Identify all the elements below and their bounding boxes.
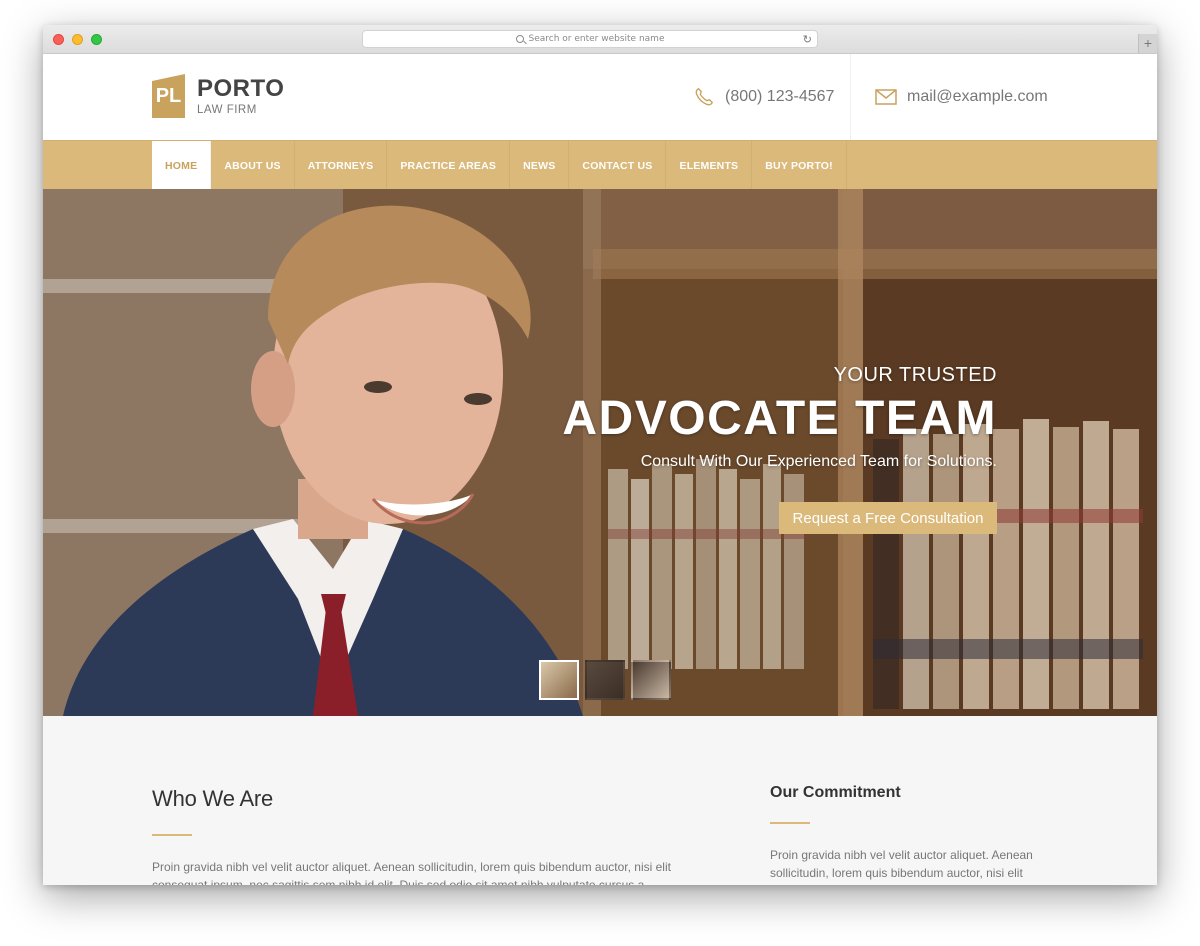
hero-pretitle: YOUR TRUSTED <box>833 364 997 386</box>
email-address: mail@example.com <box>907 88 1048 105</box>
header-email[interactable]: mail@example.com <box>850 54 1048 140</box>
logo-subtitle: LAW FIRM <box>197 104 257 116</box>
phone-number: (800) 123-4567 <box>725 88 835 105</box>
hero-slider: YOUR TRUSTED ADVOCATE TEAM Consult With … <box>43 189 1157 716</box>
who-we-are-text: Proin gravida nibh vel velit auctor aliq… <box>152 860 671 885</box>
nav-item-contact-us[interactable]: CONTACT US <box>569 141 667 190</box>
logo[interactable]: PL PORTO LAW FIRM <box>152 74 284 118</box>
new-tab-button[interactable]: + <box>1138 34 1157 53</box>
browser-titlebar: Search or enter website name ↻ + <box>43 25 1157 54</box>
maximize-window-button[interactable] <box>91 34 102 45</box>
request-consultation-button[interactable]: Request a Free Consultation <box>779 502 997 534</box>
logo-text: PORTO LAW FIRM <box>197 75 285 117</box>
phone-icon <box>695 88 713 106</box>
who-we-are-heading: Who We Are <box>152 786 274 811</box>
window-controls <box>53 34 102 45</box>
header-phone[interactable]: (800) 123-4567 <box>693 54 834 140</box>
our-commitment-column: Our Commitment Proin gravida nibh vel ve… <box>770 784 1050 882</box>
nav-item-attorneys[interactable]: ATTORNEYS <box>295 141 388 190</box>
reload-icon[interactable]: ↻ <box>803 33 812 46</box>
hero-title: ADVOCATE TEAM <box>562 392 997 445</box>
nav-item-news[interactable]: NEWS <box>510 141 570 190</box>
address-bar[interactable]: Search or enter website name ↻ <box>362 30 818 48</box>
heading-divider <box>152 834 192 836</box>
hero-person-image <box>63 205 583 716</box>
nav-list: HOME ABOUT US ATTORNEYS PRACTICE AREAS N… <box>152 141 847 190</box>
who-we-are-column: Who We Are Proin gravida nibh vel velit … <box>152 786 672 885</box>
nav-item-elements[interactable]: ELEMENTS <box>666 141 753 190</box>
slider-thumb-3[interactable] <box>631 660 671 700</box>
logo-name: PORTO <box>197 75 285 102</box>
search-icon <box>515 35 524 43</box>
address-placeholder: Search or enter website name <box>528 34 665 44</box>
our-commitment-text: Proin gravida nibh vel velit auctor aliq… <box>770 848 1033 880</box>
slider-thumb-2[interactable] <box>585 660 625 700</box>
logo-mark: PL <box>152 74 185 118</box>
slider-thumbnails <box>539 660 671 700</box>
site-header: PL PORTO LAW FIRM (800) 123-4567 mail@ex… <box>43 54 1157 140</box>
slider-thumb-1[interactable] <box>539 660 579 700</box>
mail-icon <box>875 89 897 105</box>
heading-divider <box>770 822 810 824</box>
main-nav: HOME ABOUT US ATTORNEYS PRACTICE AREAS N… <box>43 140 1157 190</box>
content-section: Who We Are Proin gravida nibh vel velit … <box>43 716 1157 885</box>
minimize-window-button[interactable] <box>72 34 83 45</box>
nav-item-home[interactable]: HOME <box>152 141 212 190</box>
our-commitment-heading: Our Commitment <box>770 784 901 801</box>
close-window-button[interactable] <box>53 34 64 45</box>
hero-subtitle: Consult With Our Experienced Team for So… <box>640 453 997 470</box>
nav-item-practice-areas[interactable]: PRACTICE AREAS <box>387 141 511 190</box>
nav-item-buy-porto[interactable]: BUY PORTO! <box>752 141 847 190</box>
browser-window: Search or enter website name ↻ + PL PORT… <box>43 25 1157 885</box>
nav-item-about-us[interactable]: ABOUT US <box>211 141 295 190</box>
hero-text-block: YOUR TRUSTED ADVOCATE TEAM Consult With … <box>562 364 997 471</box>
